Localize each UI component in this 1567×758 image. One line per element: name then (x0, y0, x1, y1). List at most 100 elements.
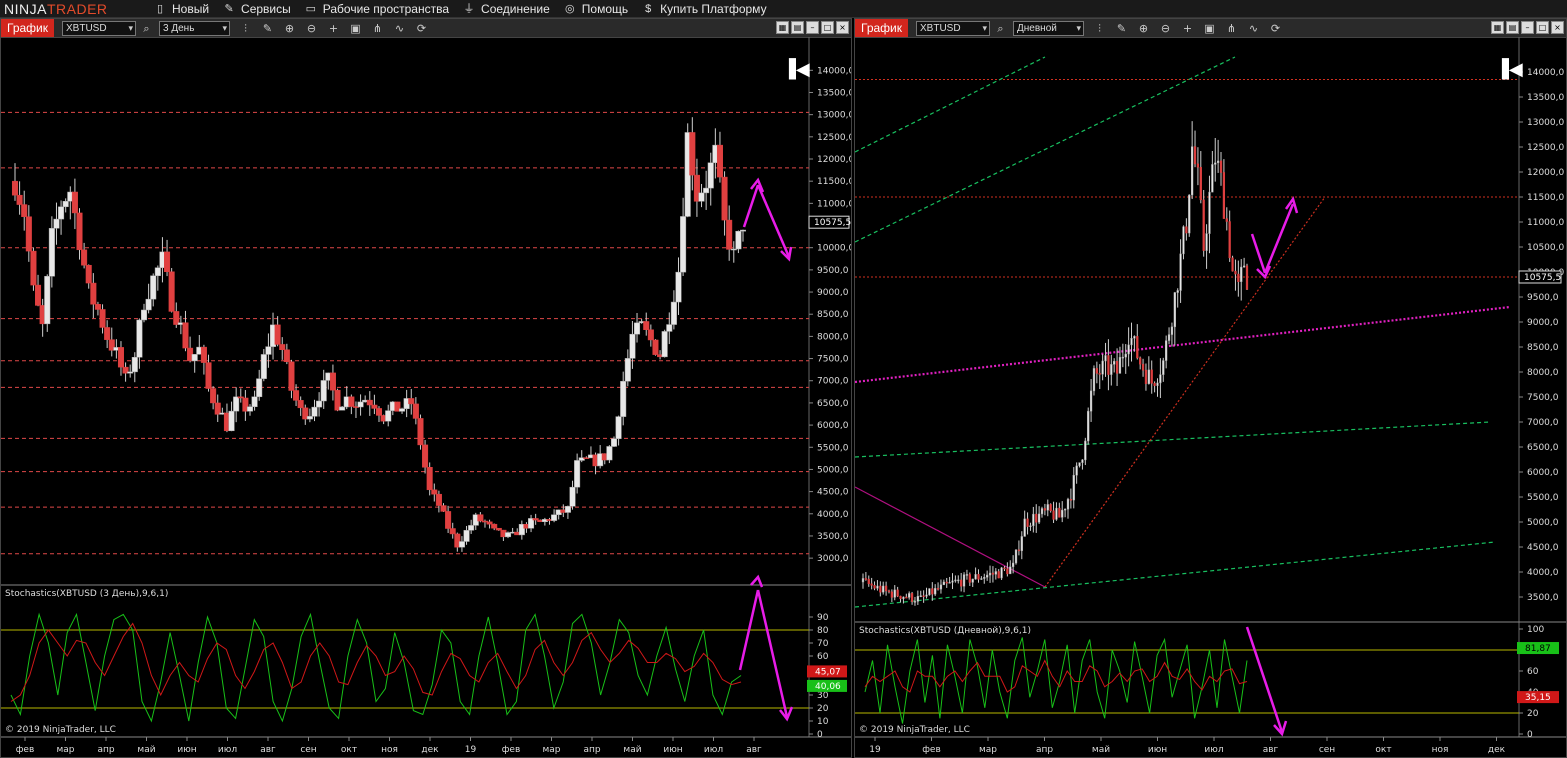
time-tick-label: мар (56, 745, 74, 755)
time-tick-label: дек (1488, 745, 1506, 755)
strategies-icon[interactable]: ⋔ (1225, 22, 1238, 35)
candle-body (948, 582, 951, 584)
price-chart-daily[interactable]: 14000,0 13500,0 13000,0 12500,0 12000,0 11500… (855, 37, 1566, 757)
time-tick-label: фев (502, 745, 521, 755)
price-tick-label: 14000,0 (1527, 68, 1564, 78)
refresh-icon[interactable]: ⟳ (1269, 22, 1282, 35)
draw-tool-icon[interactable]: ✎ (1115, 22, 1128, 35)
candle-body (440, 505, 447, 512)
time-tick-label: мар (979, 745, 997, 755)
indicators-icon[interactable]: ∿ (1247, 22, 1260, 35)
candle-body (707, 162, 714, 189)
time-tick-label: апр (97, 745, 114, 755)
zoom-out-icon[interactable]: ⊖ (1159, 22, 1172, 35)
candle-body (957, 579, 960, 582)
candle-body (154, 267, 161, 276)
minimize-icon[interactable]: – (1521, 21, 1534, 34)
time-tick-label: дек (421, 745, 439, 755)
time-tick-label: апр (583, 745, 600, 755)
properties-icon[interactable]: ▣ (1203, 22, 1216, 35)
tools-icon: ✎ (224, 2, 234, 15)
menu-workspaces[interactable]: ▭ Рабочие пространства (305, 2, 449, 16)
trend-line (855, 56, 1236, 243)
menu-connection[interactable]: ⏚ Соединение (463, 2, 550, 16)
candle-body (1219, 160, 1223, 173)
candle-body (1038, 513, 1041, 523)
candle-body (1211, 164, 1214, 193)
chart-tab[interactable]: График (855, 19, 908, 37)
crosshair-icon[interactable]: + (327, 22, 340, 35)
chart-tab[interactable]: График (1, 19, 54, 37)
candle-body (99, 309, 106, 328)
zoom-out-icon[interactable]: ⊖ (305, 22, 318, 35)
stoch-tick-label: 90 (817, 613, 829, 623)
candle-body (274, 324, 281, 345)
menu-buy-platform[interactable]: $ Купить Платформу (642, 2, 766, 16)
candle-body (870, 583, 873, 586)
draw-tool-icon[interactable]: ✎ (261, 22, 274, 35)
price-tick-label: 8500,0 (817, 310, 849, 320)
bar-type-icon[interactable]: ⫶ (239, 22, 252, 35)
maximize-icon[interactable]: □ (821, 21, 834, 34)
price-tick-label: 9000,0 (817, 288, 849, 298)
properties-icon[interactable]: ▣ (349, 22, 362, 35)
menu-services[interactable]: ✎ Сервисы (223, 2, 290, 16)
candle-body (1049, 504, 1052, 512)
search-icon[interactable]: ⌕ (994, 22, 1007, 35)
time-tick-label: авг (746, 745, 762, 755)
candle-body (1012, 562, 1015, 567)
candle-body (1144, 369, 1148, 384)
tile-icon[interactable]: ▦ (1491, 21, 1504, 34)
candle-body (620, 381, 627, 417)
interval-selector[interactable]: Дневной (1013, 20, 1084, 36)
candle-body (1188, 194, 1191, 234)
menu-new[interactable]: ▯ Новый (154, 2, 209, 16)
candle-body (1061, 509, 1064, 518)
candle-body (1167, 334, 1171, 341)
candle-body (980, 578, 983, 580)
candle-body (919, 595, 922, 597)
instrument-selector[interactable]: XBTUSD (62, 20, 136, 36)
strategies-icon[interactable]: ⋔ (371, 22, 384, 35)
candle-body (426, 467, 433, 491)
price-chart-3day[interactable]: 14000,0 13500,0 13000,0 12500,0 12000,0 11500… (1, 37, 851, 757)
candle-body (1115, 361, 1119, 374)
candle-body (1225, 218, 1228, 222)
menu-help[interactable]: ◎ Помощь (564, 2, 628, 16)
candle-body (246, 406, 254, 412)
candle-body (458, 541, 465, 548)
search-icon[interactable]: ⌕ (140, 22, 153, 35)
candle-body (925, 594, 928, 597)
indicators-icon[interactable]: ∿ (393, 22, 406, 35)
close-icon[interactable]: × (1551, 21, 1564, 34)
close-icon[interactable]: × (836, 21, 849, 34)
price-tick-label: 8500,0 (1527, 343, 1559, 353)
candle-body (876, 585, 879, 589)
candle-body (288, 361, 295, 391)
candle-body (357, 401, 364, 408)
candle-body (1035, 513, 1038, 523)
instrument-selector[interactable]: XBTUSD (916, 20, 990, 36)
pin-icon[interactable]: ▤ (791, 21, 804, 34)
candle-body (1000, 567, 1003, 579)
maximize-icon[interactable]: □ (1536, 21, 1549, 34)
candle-body (495, 527, 502, 531)
pin-icon[interactable]: ▤ (1506, 21, 1519, 34)
time-tick-label: июн (1148, 745, 1167, 755)
minimize-icon[interactable]: – (806, 21, 819, 34)
candle-body (1127, 344, 1130, 355)
current-price-label: 10575,5 (814, 218, 851, 228)
candle-body (53, 218, 60, 229)
candle-body (11, 180, 19, 196)
candle-body (1081, 459, 1084, 463)
zoom-in-icon[interactable]: ⊕ (1137, 22, 1150, 35)
refresh-icon[interactable]: ⟳ (415, 22, 428, 35)
zoom-in-icon[interactable]: ⊕ (283, 22, 296, 35)
interval-selector[interactable]: 3 День (159, 20, 230, 36)
candle-body (1231, 257, 1234, 272)
bar-type-icon[interactable]: ⫶ (1093, 22, 1106, 35)
crosshair-icon[interactable]: + (1181, 22, 1194, 35)
time-tick-label: май (623, 745, 641, 755)
tile-icon[interactable]: ▦ (776, 21, 789, 34)
price-tick-label: 11000,0 (817, 199, 851, 209)
